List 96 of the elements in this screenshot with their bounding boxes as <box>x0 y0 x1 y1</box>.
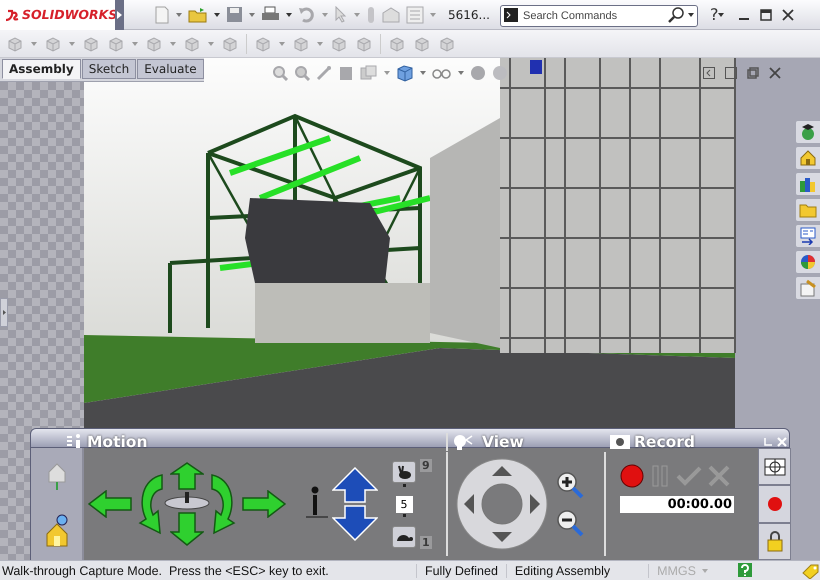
direction-pad[interactable] <box>456 458 548 550</box>
layout-arrow-icon[interactable] <box>799 227 817 245</box>
person-on-disc-icon[interactable] <box>164 492 210 510</box>
caret-icon <box>420 71 426 75</box>
timer-display: 00:00.00 <box>620 496 734 513</box>
command-tab[interactable]: Sketch <box>82 59 136 79</box>
caret-icon <box>170 42 176 46</box>
logo-text: SOLIDWORKS <box>22 7 118 22</box>
speed-value: 5 <box>396 496 412 512</box>
left-arrow-icon[interactable] <box>88 490 132 518</box>
caret-icon <box>384 71 390 75</box>
caret-icon <box>249 12 255 16</box>
info-list-icon <box>67 434 83 450</box>
globe-graduation-cap-icon[interactable] <box>799 123 817 141</box>
caret-icon <box>132 42 138 46</box>
checkmark-icon[interactable] <box>676 466 702 486</box>
caret-icon <box>430 12 436 16</box>
caret-icon <box>688 12 694 16</box>
caret-icon <box>458 71 464 75</box>
speed-min-label: 1 <box>420 536 432 549</box>
section-title: Motion <box>87 433 148 451</box>
split-view-icon[interactable] <box>703 67 715 79</box>
caret-icon <box>2 310 6 315</box>
view-orientation-icon[interactable] <box>360 65 378 81</box>
books-icon[interactable] <box>799 175 817 193</box>
up-arrow-icon[interactable] <box>332 467 378 503</box>
printer-icon[interactable] <box>261 6 280 23</box>
command-tab[interactable]: Assembly <box>2 59 81 79</box>
crosshair-button[interactable] <box>758 448 791 486</box>
panel-expand-handle[interactable] <box>0 298 8 327</box>
record-icon[interactable] <box>620 464 644 488</box>
color-wheel-icon[interactable] <box>799 253 817 271</box>
caret-icon <box>31 42 37 46</box>
search-icon <box>666 6 685 24</box>
lock-button[interactable] <box>758 522 791 560</box>
undo-icon[interactable] <box>298 6 316 23</box>
appearance-icon[interactable] <box>470 65 486 81</box>
caret-icon <box>176 12 182 16</box>
wand-icon[interactable] <box>316 65 332 81</box>
zoom-icon[interactable] <box>272 65 288 81</box>
help-button[interactable]: ? <box>710 5 718 24</box>
turtle-button[interactable] <box>392 526 416 548</box>
crosshair-icon <box>764 458 786 476</box>
caret-icon <box>117 10 122 18</box>
rotate-left-arrow-icon[interactable] <box>136 473 164 535</box>
search-field[interactable]: Search Commands <box>500 4 698 26</box>
section-title: Record <box>634 433 696 451</box>
maximize-icon[interactable] <box>760 8 772 20</box>
document-title: 5616... <box>448 8 490 22</box>
direction-pad-icon <box>456 458 548 550</box>
record-icon <box>766 496 782 512</box>
speed-max-label: 9 <box>420 459 432 472</box>
command-tab[interactable]: Evaluate <box>137 59 204 79</box>
caret-icon <box>279 42 285 46</box>
caret-icon <box>354 12 360 16</box>
section-title: View <box>482 433 524 451</box>
save-icon[interactable] <box>226 6 243 23</box>
ds-logo-icon <box>4 8 20 22</box>
close-icon[interactable] <box>782 8 794 20</box>
status-message: Walk-through Capture Mode. Press the <ESC> key to exit. <box>1 564 330 578</box>
zoom-in-icon[interactable] <box>556 471 584 499</box>
folder-icon[interactable] <box>188 6 208 24</box>
list-icon[interactable] <box>406 6 424 24</box>
caret-icon <box>286 12 292 16</box>
forward-arrow-icon[interactable] <box>170 462 204 490</box>
status-item: Editing Assembly <box>506 564 618 578</box>
status-item: Fully Defined <box>416 564 506 578</box>
rabbit-icon <box>396 464 412 478</box>
properties-sheet-icon[interactable] <box>799 279 817 297</box>
head-sight-icon <box>452 434 474 450</box>
caret-icon <box>208 42 214 46</box>
camera-icon <box>610 435 630 449</box>
restore-icon[interactable] <box>725 67 737 79</box>
backward-arrow-icon[interactable] <box>170 512 204 546</box>
cursor-icon[interactable] <box>334 6 348 23</box>
rabbit-button[interactable] <box>392 460 416 482</box>
caret-icon <box>69 42 75 46</box>
caret-icon <box>322 12 328 16</box>
caret-icon <box>702 568 708 572</box>
new-document-icon[interactable] <box>154 6 170 24</box>
flyout-handle[interactable] <box>115 0 124 30</box>
down-arrow-icon[interactable] <box>332 505 378 541</box>
rotate-right-arrow-icon[interactable] <box>210 473 238 535</box>
home-icon[interactable] <box>799 149 817 167</box>
padlock-icon <box>766 530 784 552</box>
caret-icon <box>317 42 323 46</box>
help-icon[interactable] <box>738 562 752 576</box>
status-item: MMGS <box>648 564 716 578</box>
right-arrow-icon[interactable] <box>242 490 286 518</box>
home-light-icon[interactable] <box>44 514 68 548</box>
tag-icon[interactable] <box>802 562 820 578</box>
zoom-area-icon[interactable] <box>294 65 310 81</box>
caret-icon <box>214 12 220 16</box>
zoom-out-icon[interactable] <box>556 509 584 537</box>
caret-icon <box>718 12 724 16</box>
dock-icon[interactable] <box>762 437 772 447</box>
